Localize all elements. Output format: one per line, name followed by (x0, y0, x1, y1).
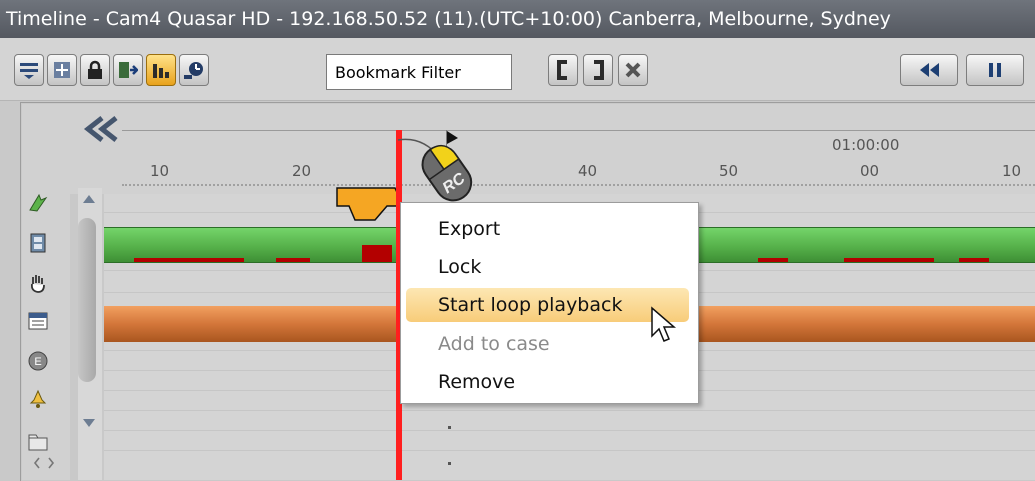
time-ruler: 01:00:00 10 20 40 50 00 10 (22, 104, 1035, 194)
bar-chart-button[interactable] (146, 54, 176, 86)
ruler-tick-label: 20 (292, 162, 312, 180)
motion-segment (758, 258, 788, 262)
pause-button[interactable] (966, 54, 1024, 86)
right-click-mouse-icon: RC (398, 138, 473, 202)
x-icon (625, 62, 641, 78)
collapse-double-chevron-icon[interactable] (82, 116, 122, 142)
ruler-tick-label: 10 (1002, 162, 1022, 180)
calendar-icon[interactable] (27, 310, 49, 332)
alarm-bell-icon[interactable] (27, 388, 49, 410)
clear-marks-button[interactable] (618, 54, 648, 86)
pause-icon (989, 63, 1001, 77)
bar-chart-icon (153, 64, 169, 78)
search-motion-button[interactable] (179, 54, 209, 86)
bracket-left-icon (557, 60, 567, 80)
mark-out-button[interactable] (583, 54, 613, 86)
mouse-pointer-icon (651, 306, 677, 342)
lock-button[interactable] (80, 54, 110, 86)
track-icon-column: E (22, 188, 70, 480)
export-icon (119, 62, 138, 78)
sequence-icon (54, 62, 70, 78)
ruler-tick-label: 40 (578, 162, 598, 180)
ruler-tick-label: 10 (150, 162, 170, 180)
ruler-time-label: 01:00:00 (832, 136, 900, 154)
rewind-button[interactable] (900, 54, 958, 86)
filter-list-icon (20, 63, 38, 79)
scroll-down-arrow-icon[interactable] (82, 418, 96, 428)
rewind-icon (920, 63, 939, 77)
bookmark-filter-input[interactable] (326, 54, 512, 90)
scroll-up-arrow-icon[interactable] (82, 194, 96, 204)
menu-item-remove[interactable]: Remove (406, 365, 689, 399)
scrollbar-thumb[interactable] (78, 218, 96, 382)
export-button[interactable] (113, 54, 143, 86)
context-menu: Export Lock Start loop playback Add to c… (400, 202, 699, 404)
mark-in-button[interactable] (548, 54, 578, 86)
dot (448, 426, 451, 429)
search-motion-icon (184, 62, 203, 79)
menu-item-add-to-case: Add to case (438, 333, 550, 355)
ruler-line (122, 130, 1035, 131)
select-tracks-icon[interactable] (27, 192, 49, 214)
motion-segment (276, 258, 310, 262)
ruler-tick-label: 00 (860, 162, 880, 180)
motion-segment (134, 258, 244, 262)
svg-text:E: E (34, 356, 41, 368)
horizontal-scroll-arrows-icon[interactable] (32, 456, 56, 470)
menu-item-start-loop-playback[interactable]: Start loop playback (406, 288, 689, 322)
ruler-tick-label: 50 (719, 162, 739, 180)
motion-segment (362, 245, 392, 262)
menu-item-export[interactable]: Export (406, 212, 689, 246)
folder-icon[interactable] (27, 430, 49, 452)
vertical-scrollbar[interactable] (78, 188, 102, 480)
menu-item-lock[interactable]: Lock (406, 250, 689, 284)
ruler-dots (122, 184, 1035, 186)
film-icon[interactable] (27, 232, 49, 254)
filter-list-button[interactable] (14, 54, 44, 86)
motion-segment (844, 258, 934, 262)
lock-icon (88, 60, 102, 79)
event-icon[interactable]: E (27, 350, 49, 372)
toolbar (0, 38, 1035, 101)
motion-segment (959, 258, 989, 262)
bracket-right-icon (594, 60, 604, 80)
sequence-button[interactable] (47, 54, 77, 86)
window-title: Timeline - Cam4 Quasar HD - 192.168.50.5… (0, 0, 1035, 38)
dot (448, 462, 451, 465)
hand-icon[interactable] (27, 272, 49, 294)
